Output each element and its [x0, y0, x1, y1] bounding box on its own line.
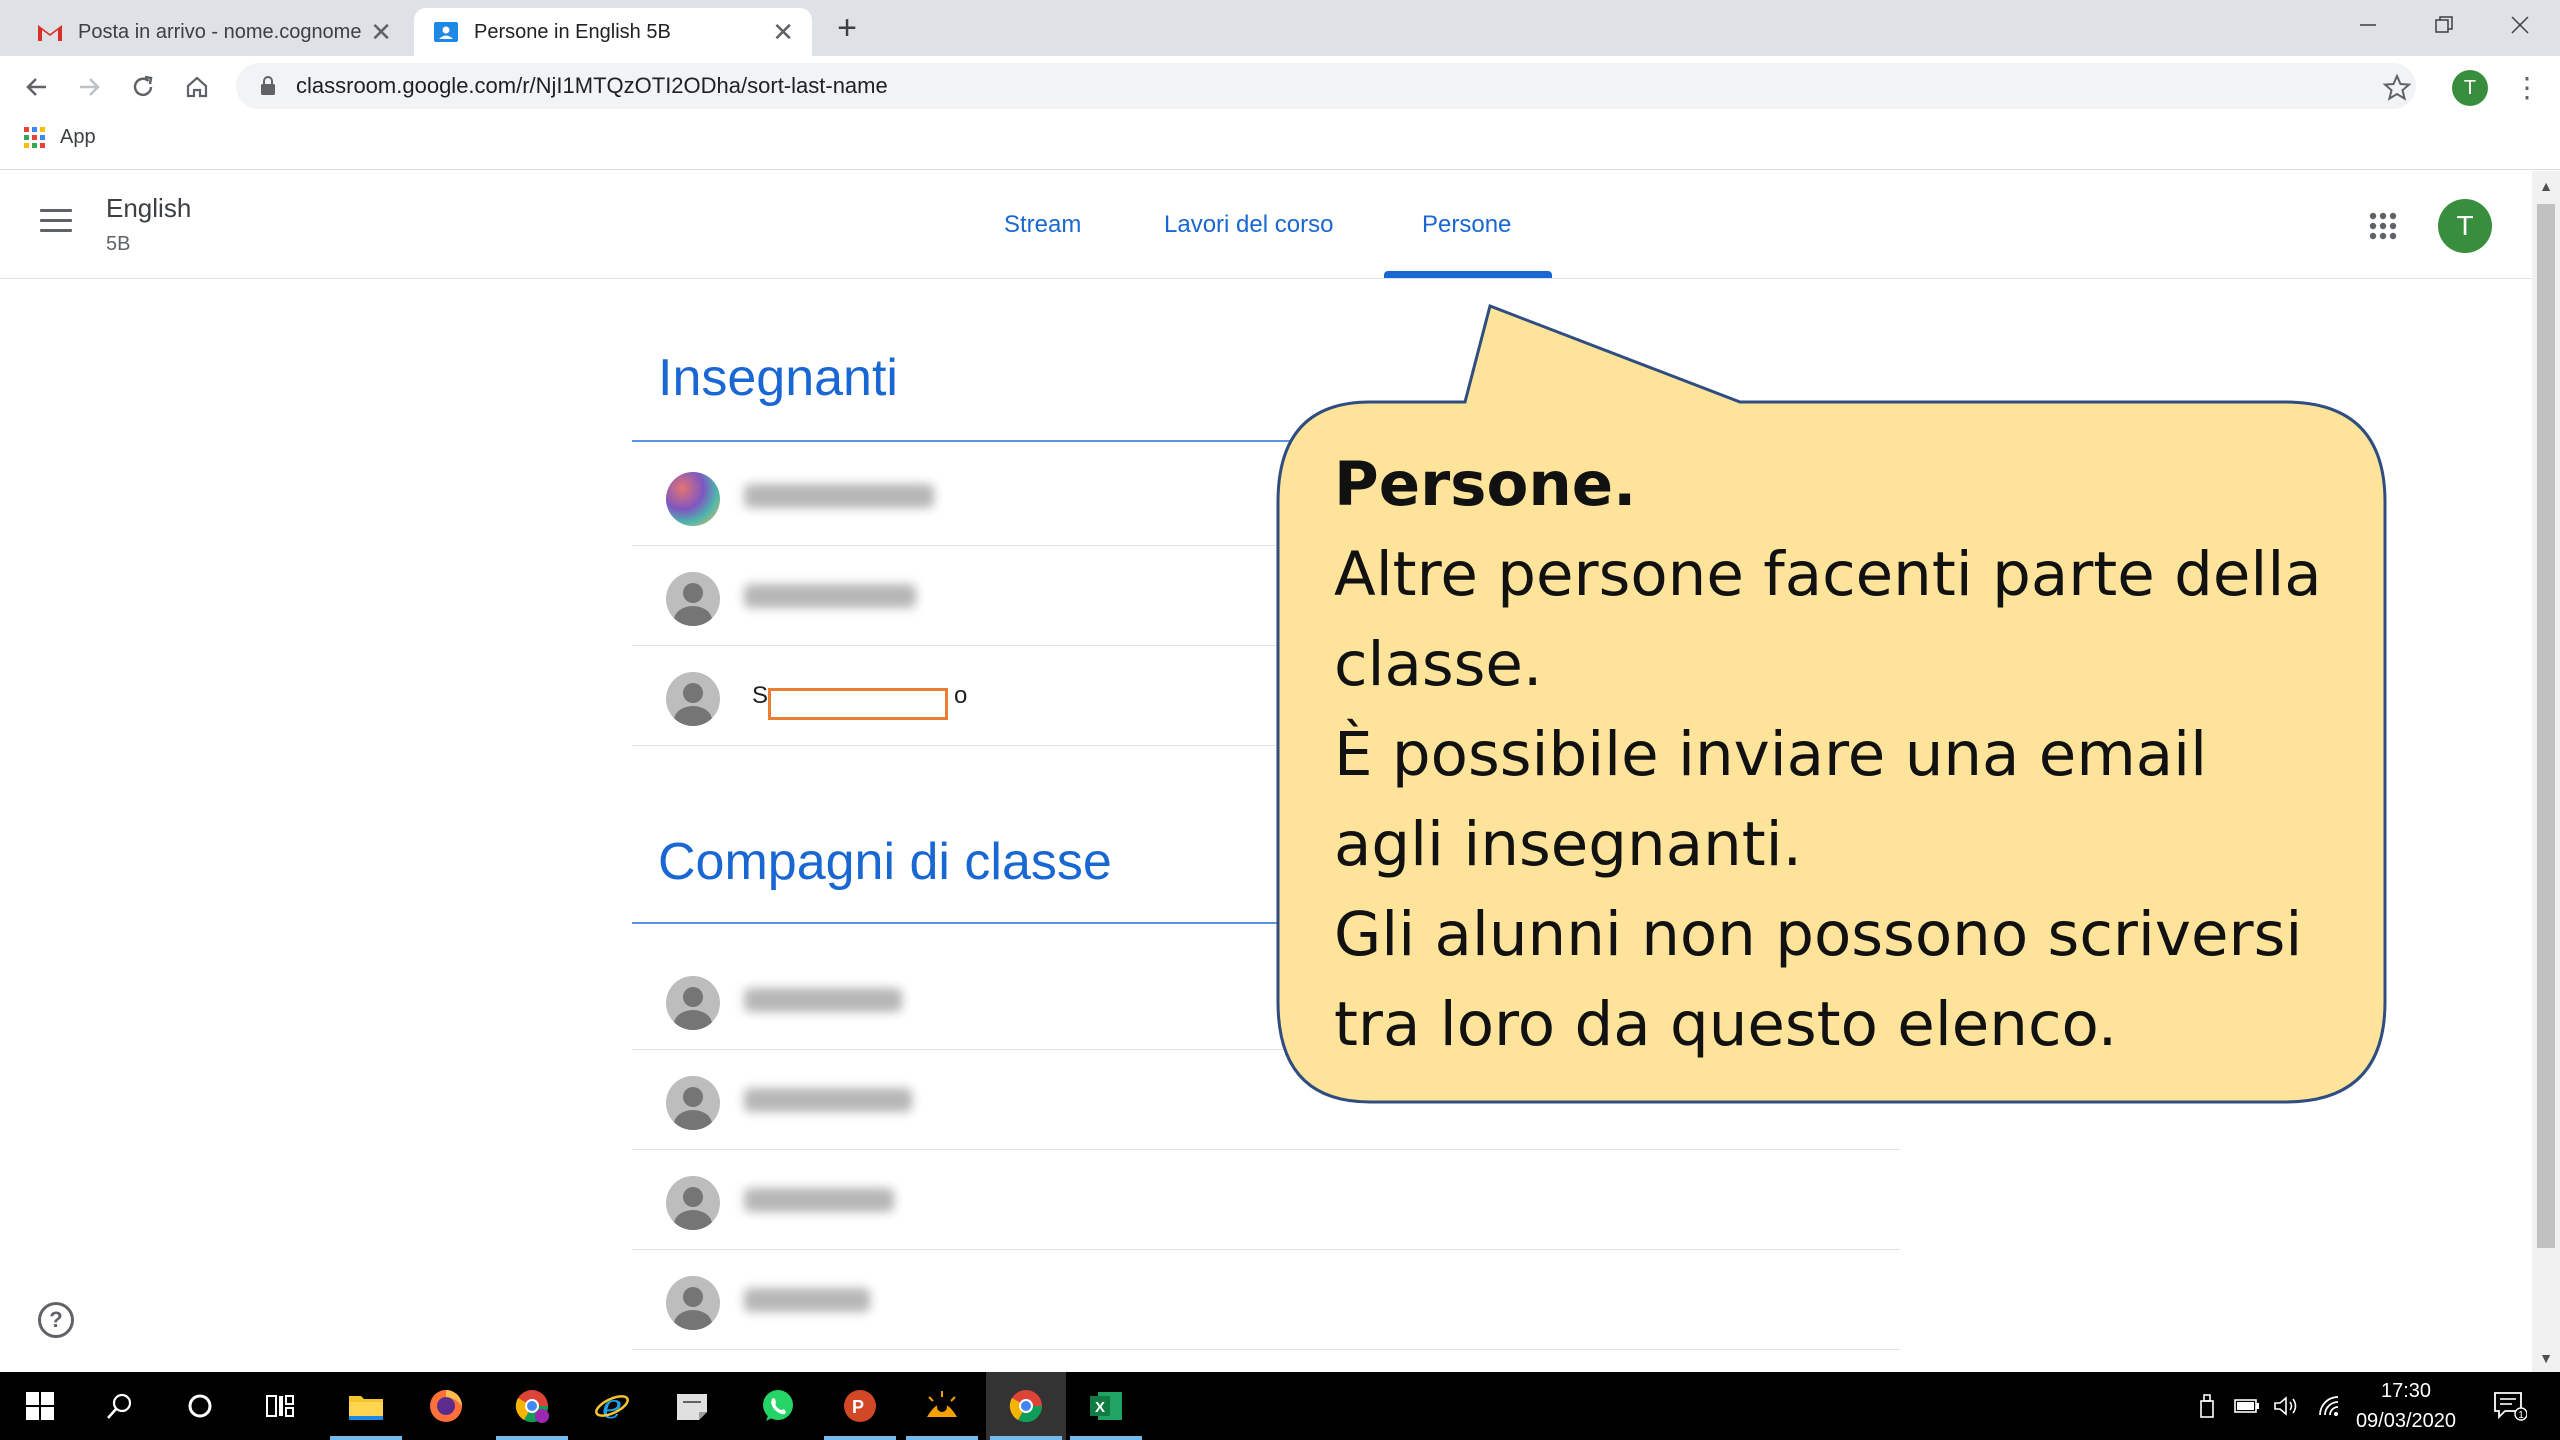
teacher-name-end: o — [954, 682, 968, 709]
windows-taskbar: e P X 1 — [0, 1372, 2560, 1440]
classmates-heading: Compagni di classe — [658, 833, 1112, 891]
new-tab-button[interactable]: + — [830, 8, 864, 48]
close-icon[interactable]: ✕ — [370, 17, 392, 48]
selected-tab-indicator — [1384, 271, 1552, 278]
excel-icon[interactable]: X — [1066, 1372, 1146, 1440]
scroll-up-arrow-icon[interactable]: ▲ — [2536, 178, 2556, 194]
chrome-profile-icon[interactable] — [492, 1372, 572, 1440]
url-text: classroom.google.com/r/NjI1MTQzOTI2ODha/… — [296, 73, 888, 98]
blurred-name — [744, 1088, 912, 1112]
clock-date: 09/03/2020 — [2355, 1410, 2457, 1432]
tab-classroom[interactable]: Persone in English 5B ✕ — [414, 8, 812, 56]
browser-menu-icon[interactable]: ⋮ — [2512, 70, 2542, 106]
search-icon[interactable] — [80, 1372, 160, 1440]
address-bar[interactable]: classroom.google.com/r/NjI1MTQzOTI2ODha/… — [236, 63, 2416, 109]
cortana-icon[interactable] — [160, 1372, 240, 1440]
scrollbar-thumb[interactable] — [2537, 204, 2555, 1248]
bookmark-star-icon[interactable] — [2382, 73, 2412, 103]
avatar — [666, 672, 720, 726]
classmate-row[interactable] — [632, 1250, 1900, 1350]
callout-line: classe. — [1334, 629, 1543, 700]
callout-line: Altre persone facenti parte della — [1334, 539, 2322, 610]
photos-icon[interactable] — [902, 1372, 982, 1440]
svg-text:X: X — [1095, 1399, 1105, 1416]
battery-icon[interactable] — [2230, 1372, 2264, 1440]
redaction-box — [768, 688, 948, 720]
bookmarks-bar: App — [0, 116, 2560, 170]
avatar — [666, 472, 720, 526]
whatsapp-icon[interactable] — [738, 1372, 818, 1440]
powerpoint-icon[interactable]: P — [820, 1372, 900, 1440]
notifications-icon[interactable]: 1 — [2480, 1372, 2540, 1440]
classroom-header: English 5B Stream Lavori del corso Perso… — [0, 171, 2532, 279]
blurred-name — [744, 484, 934, 508]
wifi-icon[interactable] — [2312, 1372, 2346, 1440]
teachers-heading: Insegnanti — [658, 349, 898, 407]
blurred-name — [744, 1188, 894, 1212]
lock-icon[interactable] — [256, 74, 280, 98]
gmail-icon — [36, 21, 64, 43]
callout-title: Persone. — [1334, 449, 1637, 520]
forward-icon[interactable] — [68, 66, 110, 108]
callout-line: È possibile inviare una email — [1334, 719, 2208, 790]
class-section: 5B — [106, 233, 131, 255]
browser-toolbar: classroom.google.com/r/NjI1MTQzOTI2ODha/… — [0, 56, 2560, 116]
tab-classwork[interactable]: Lavori del corso — [1164, 211, 1333, 239]
internet-explorer-icon[interactable]: e — [572, 1372, 652, 1440]
apps-grid-icon — [24, 126, 45, 148]
avatar — [666, 1176, 720, 1230]
tab-title: Persone in English 5B — [474, 20, 671, 43]
classmate-row[interactable] — [632, 1150, 1900, 1250]
bookmark-apps[interactable]: App — [24, 126, 96, 149]
avatar — [666, 1276, 720, 1330]
blurred-name — [744, 1288, 870, 1312]
classroom-icon — [432, 21, 460, 43]
svg-text:e: e — [602, 1388, 622, 1424]
tab-gmail[interactable]: Posta in arrivo - nome.cognome@ ✕ — [18, 8, 410, 56]
browser-profile-avatar[interactable]: T — [2452, 70, 2488, 106]
google-apps-icon[interactable] — [2368, 211, 2398, 241]
close-icon[interactable]: ✕ — [772, 17, 794, 48]
sticky-notes-icon[interactable] — [652, 1372, 732, 1440]
task-view-icon[interactable] — [240, 1372, 320, 1440]
volume-icon[interactable] — [2270, 1372, 2304, 1440]
reload-icon[interactable] — [122, 66, 164, 108]
window-close-icon[interactable] — [2482, 0, 2558, 50]
browser-tab-bar: Posta in arrivo - nome.cognome@ ✕ Person… — [0, 0, 2560, 56]
chrome-icon[interactable] — [986, 1372, 1066, 1440]
svg-text:P: P — [852, 1397, 864, 1417]
bookmark-label: App — [60, 126, 96, 148]
callout-text: Persone. Altre persone facenti parte del… — [1334, 440, 2354, 1070]
help-icon[interactable]: ? — [38, 1302, 74, 1338]
firefox-icon[interactable] — [406, 1372, 486, 1440]
windows-start-icon[interactable] — [0, 1372, 80, 1440]
callout-line: Gli alunni non possono scriversi — [1334, 899, 2303, 970]
scroll-down-arrow-icon[interactable]: ▼ — [2536, 1350, 2556, 1366]
tab-people[interactable]: Persone — [1422, 211, 1511, 239]
avatar — [666, 572, 720, 626]
teacher-name-start: S — [752, 682, 769, 709]
account-avatar[interactable]: T — [2438, 199, 2492, 253]
avatar — [666, 1076, 720, 1130]
minimize-icon[interactable] — [2330, 0, 2406, 50]
clock-time: 17:30 — [2380, 1380, 2432, 1402]
class-name[interactable]: English — [106, 193, 191, 224]
avatar — [666, 976, 720, 1030]
tab-stream[interactable]: Stream — [1004, 211, 1081, 239]
blurred-name — [744, 988, 902, 1012]
file-explorer-icon[interactable] — [326, 1372, 406, 1440]
callout-line: agli insegnanti. — [1334, 809, 1802, 880]
blurred-name — [744, 584, 916, 608]
taskbar-clock[interactable]: 17:30 09/03/2020 — [2346, 1376, 2466, 1436]
home-icon[interactable] — [176, 66, 218, 108]
restore-icon[interactable] — [2406, 0, 2482, 50]
back-icon[interactable] — [16, 66, 58, 108]
svg-text:1: 1 — [2518, 1410, 2524, 1421]
tab-title: Posta in arrivo - nome.cognome@ — [78, 20, 363, 43]
callout-line: tra loro da questo elenco. — [1334, 989, 2118, 1060]
usb-device-icon[interactable] — [2190, 1372, 2224, 1440]
menu-icon[interactable] — [40, 209, 72, 233]
